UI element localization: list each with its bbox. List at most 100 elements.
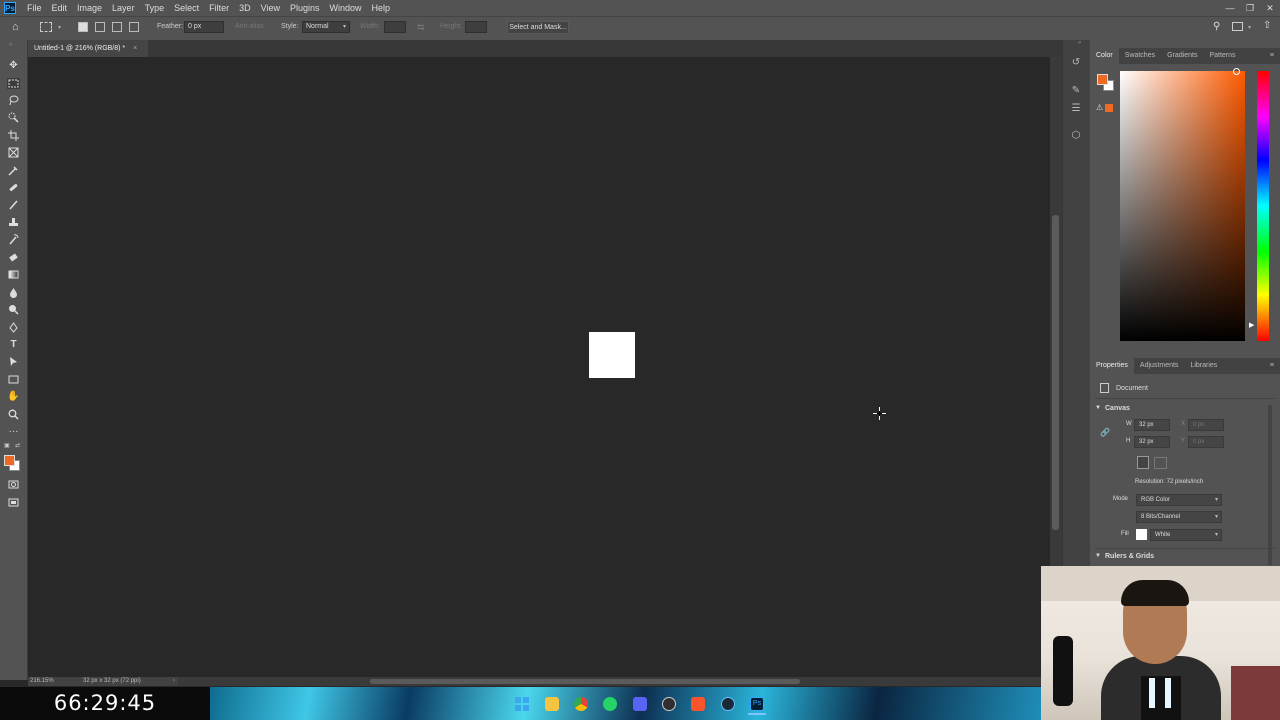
zoom-level[interactable]: 216.15% bbox=[30, 677, 54, 686]
link-icon[interactable]: 🔗 bbox=[1100, 428, 1110, 437]
adjust-icon[interactable]: ☰ bbox=[1070, 102, 1082, 114]
brush-settings-icon[interactable]: ✎ bbox=[1070, 84, 1082, 96]
collapse-icon[interactable]: » bbox=[9, 42, 12, 48]
restore-icon[interactable]: ❐ bbox=[1240, 0, 1260, 16]
close-tab-icon[interactable]: × bbox=[133, 45, 137, 52]
foreground-color-swatch[interactable] bbox=[4, 455, 15, 466]
menu-file[interactable]: File bbox=[22, 0, 47, 16]
canvas-section-header[interactable]: Canvas bbox=[1105, 405, 1130, 412]
3d-cube-icon[interactable]: ⬡ bbox=[1070, 129, 1082, 141]
photoshop-logo-icon[interactable]: Ps bbox=[4, 2, 16, 14]
width-input[interactable] bbox=[384, 21, 406, 33]
move-icon[interactable]: ✥ bbox=[7, 60, 20, 71]
horizontal-scroll-thumb[interactable] bbox=[370, 679, 800, 684]
brush-icon[interactable] bbox=[7, 199, 20, 210]
close-icon[interactable]: ✕ bbox=[1260, 0, 1280, 16]
menu-edit[interactable]: Edit bbox=[47, 0, 73, 16]
pen-icon[interactable] bbox=[7, 322, 20, 333]
quick-select-icon[interactable] bbox=[7, 112, 20, 123]
healing-icon[interactable] bbox=[7, 182, 20, 193]
frame-icon[interactable] bbox=[7, 147, 20, 158]
eyedropper-icon[interactable] bbox=[7, 165, 20, 176]
menu-type[interactable]: Type bbox=[140, 0, 170, 16]
workspace-icon[interactable] bbox=[1232, 22, 1243, 31]
zoom-icon[interactable] bbox=[7, 409, 20, 420]
properties-scrollbar[interactable] bbox=[1268, 405, 1272, 565]
gamut-warning-swatch[interactable] bbox=[1105, 104, 1113, 112]
hue-slider-handle-icon[interactable]: ▶ bbox=[1249, 321, 1254, 329]
menu-3d[interactable]: 3D bbox=[234, 0, 256, 16]
height-input[interactable] bbox=[465, 21, 487, 33]
panel-menu-icon[interactable]: ≡ bbox=[1264, 358, 1280, 374]
blur-icon[interactable] bbox=[7, 287, 20, 298]
bit-depth-select[interactable]: 8 Bits/Channel ▾ bbox=[1136, 511, 1222, 523]
menu-help[interactable]: Help bbox=[367, 0, 396, 16]
type-icon[interactable]: T bbox=[7, 339, 20, 350]
color-panel-foreground-swatch[interactable] bbox=[1097, 74, 1108, 85]
style-select[interactable]: Normal ▾ bbox=[302, 21, 350, 33]
intersect-selection-icon[interactable] bbox=[129, 22, 139, 32]
share-icon[interactable]: ⇧ bbox=[1263, 20, 1271, 31]
color-picker-ring-icon[interactable] bbox=[1233, 68, 1240, 75]
landscape-orientation-icon[interactable] bbox=[1154, 457, 1167, 469]
color-saturation-field[interactable] bbox=[1120, 71, 1245, 341]
menu-filter[interactable]: Filter bbox=[204, 0, 234, 16]
tab-patterns[interactable]: Patterns bbox=[1203, 48, 1241, 64]
obs-icon[interactable] bbox=[662, 697, 676, 711]
chrome-icon[interactable] bbox=[574, 697, 588, 711]
minimize-icon[interactable]: — bbox=[1220, 0, 1240, 16]
search-icon[interactable]: ⚲ bbox=[1213, 21, 1220, 32]
default-colors-icon[interactable]: ▣ bbox=[4, 442, 10, 449]
hue-slider[interactable] bbox=[1257, 71, 1269, 341]
menu-plugins[interactable]: Plugins bbox=[285, 0, 325, 16]
mode-select[interactable]: RGB Color ▾ bbox=[1136, 494, 1222, 506]
screen-mode-icon[interactable] bbox=[7, 497, 20, 508]
select-and-mask-button[interactable]: Select and Mask... bbox=[507, 21, 569, 34]
antialias-checkbox[interactable]: Anti-alias bbox=[235, 23, 264, 30]
swap-colors-icon[interactable]: ⇄ bbox=[15, 442, 20, 449]
canvas-workspace[interactable] bbox=[28, 57, 1050, 677]
more-icon[interactable]: ··· bbox=[7, 426, 20, 437]
whatsapp-icon[interactable] bbox=[603, 697, 617, 711]
rectangle-icon[interactable] bbox=[7, 374, 20, 385]
tab-adjustments[interactable]: Adjustments bbox=[1134, 358, 1185, 374]
file-explorer-icon[interactable] bbox=[545, 697, 559, 711]
eraser-icon[interactable] bbox=[7, 252, 20, 263]
menu-layer[interactable]: Layer bbox=[107, 0, 140, 16]
feather-input[interactable]: 0 px bbox=[184, 21, 224, 33]
tab-gradients[interactable]: Gradients bbox=[1161, 48, 1203, 64]
rulers-grids-section-header[interactable]: Rulers & Grids bbox=[1105, 553, 1154, 560]
fill-select[interactable]: White ▾ bbox=[1150, 529, 1222, 541]
document-canvas[interactable] bbox=[589, 332, 635, 378]
menu-view[interactable]: View bbox=[256, 0, 285, 16]
menu-image[interactable]: Image bbox=[72, 0, 107, 16]
tab-swatches[interactable]: Swatches bbox=[1119, 48, 1161, 64]
swap-icon[interactable]: ⇆ bbox=[417, 22, 425, 33]
canvas-height-input[interactable]: 32 px bbox=[1134, 436, 1170, 448]
tab-properties[interactable]: Properties bbox=[1090, 358, 1134, 374]
add-selection-icon[interactable] bbox=[95, 22, 105, 32]
photoshop-icon[interactable]: Ps bbox=[750, 697, 764, 711]
chevron-down-icon[interactable]: ▼ bbox=[1095, 405, 1101, 411]
quick-mask-icon[interactable] bbox=[7, 479, 20, 490]
history-icon[interactable]: ↺ bbox=[1070, 56, 1082, 68]
new-selection-icon[interactable] bbox=[78, 22, 88, 32]
chevron-down-icon[interactable]: ▾ bbox=[1248, 24, 1251, 31]
marquee-icon[interactable] bbox=[7, 78, 20, 89]
fill-swatch[interactable] bbox=[1136, 529, 1147, 540]
home-icon[interactable]: ⌂ bbox=[12, 21, 19, 33]
menu-window[interactable]: Window bbox=[325, 0, 367, 16]
windows-start-icon[interactable] bbox=[515, 697, 529, 711]
marquee-preset-icon[interactable] bbox=[40, 22, 52, 32]
chevron-right-icon[interactable]: › bbox=[173, 677, 175, 686]
lasso-icon[interactable] bbox=[7, 95, 20, 106]
subtract-selection-icon[interactable] bbox=[112, 22, 122, 32]
vertical-scroll-thumb[interactable] bbox=[1052, 215, 1059, 530]
steam-icon[interactable] bbox=[721, 697, 735, 711]
discord-icon[interactable] bbox=[633, 697, 647, 711]
chevron-down-icon[interactable]: ▾ bbox=[58, 24, 61, 31]
portrait-orientation-icon[interactable] bbox=[1137, 456, 1149, 469]
document-tab[interactable]: Untitled-1 @ 216% (RGB/8) * × bbox=[28, 40, 148, 57]
hand-icon[interactable]: ✋ bbox=[7, 391, 20, 402]
history-brush-icon[interactable] bbox=[7, 234, 20, 245]
